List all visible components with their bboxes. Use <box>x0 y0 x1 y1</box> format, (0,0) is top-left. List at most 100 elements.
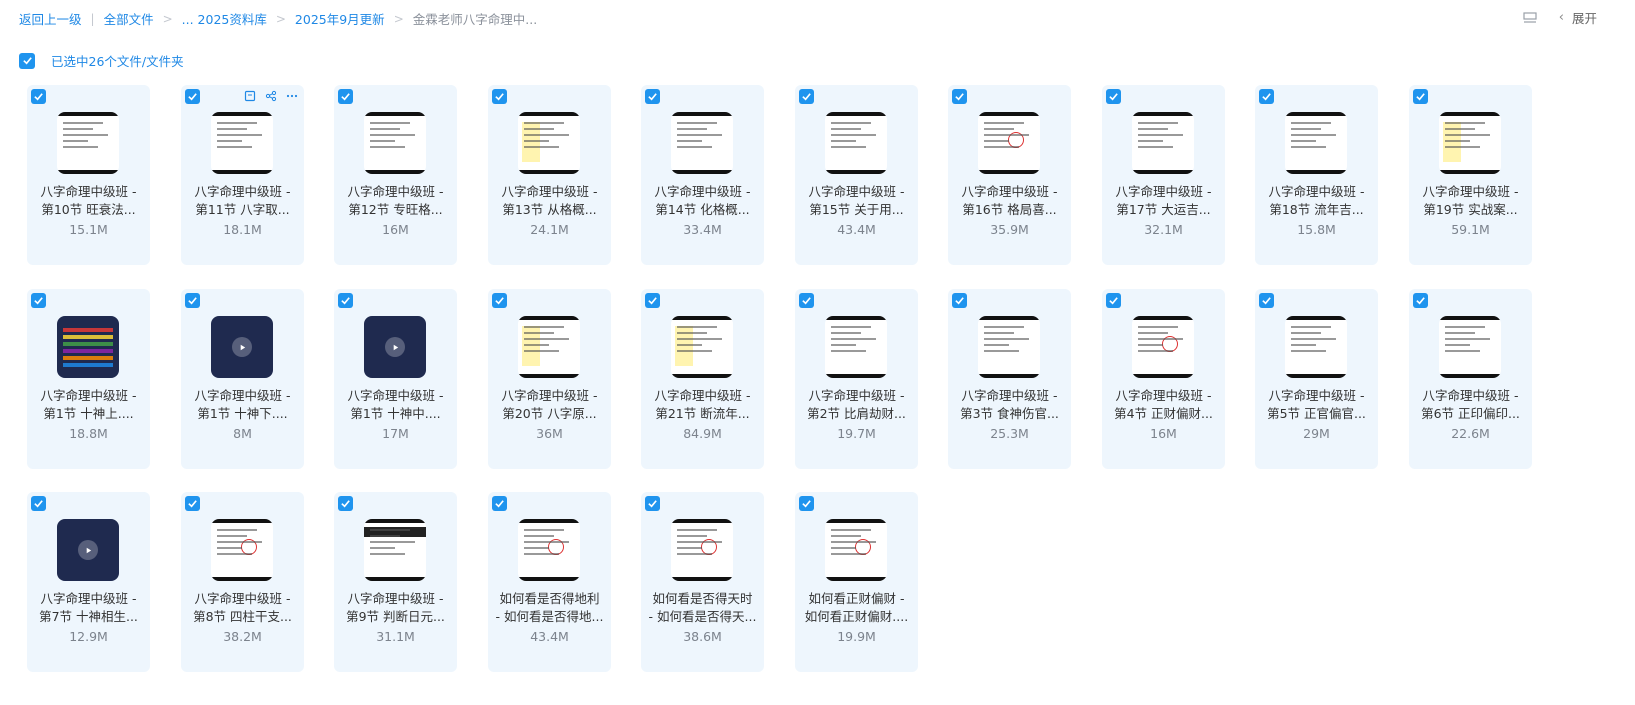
selection-bar: 已选中26个文件/文件夹 <box>19 51 184 70</box>
file-card[interactable]: 八字命理中级班 - 第9节 判断日元... 31.1M <box>334 492 457 672</box>
file-name[interactable]: 八字命理中级班 - 第5节 正官偏官... <box>1259 387 1374 423</box>
file-checkbox[interactable] <box>31 89 46 104</box>
file-card[interactable]: 八字命理中级班 - 第1节 十神中.... 17M <box>334 289 457 469</box>
file-checkbox[interactable] <box>1259 293 1274 308</box>
file-card[interactable]: 八字命理中级班 - 第11节 八字取... 18.1M <box>181 85 304 265</box>
file-name[interactable]: 八字命理中级班 - 第10节 旺衰法... <box>31 183 146 219</box>
file-name[interactable]: 八字命理中级班 - 第16节 格局喜... <box>952 183 1067 219</box>
breadcrumb-september[interactable]: 2025年9月更新 <box>295 9 385 28</box>
file-checkbox[interactable] <box>185 496 200 511</box>
list-view-icon[interactable] <box>1523 11 1537 24</box>
chevron-left-icon[interactable]: ‹ <box>1559 10 1564 25</box>
share-icon[interactable] <box>264 89 277 102</box>
file-card[interactable]: 八字命理中级班 - 第8节 四柱干支... 38.2M <box>181 492 304 672</box>
file-card[interactable]: 八字命理中级班 - 第1节 十神下.... 8M <box>181 289 304 469</box>
file-checkbox[interactable] <box>799 89 814 104</box>
file-size: 17M <box>382 426 409 441</box>
file-checkbox[interactable] <box>1413 293 1428 308</box>
file-checkbox[interactable] <box>185 293 200 308</box>
file-name[interactable]: 八字命理中级班 - 第4节 正财偏财... <box>1106 387 1221 423</box>
file-card[interactable]: 八字命理中级班 - 第18节 流年吉... 15.8M <box>1255 85 1378 265</box>
file-name[interactable]: 如何看正财偏财 - 如何看正财偏财.... <box>799 590 914 626</box>
file-name[interactable]: 八字命理中级班 - 第1节 十神上.... <box>31 387 146 423</box>
file-card[interactable]: 八字命理中级班 - 第6节 正印偏印... 22.6M <box>1409 289 1532 469</box>
file-checkbox[interactable] <box>492 293 507 308</box>
file-name[interactable]: 八字命理中级班 - 第11节 八字取... <box>185 183 300 219</box>
file-name[interactable]: 八字命理中级班 - 第15节 关于用... <box>799 183 914 219</box>
file-card[interactable]: 八字命理中级班 - 第10节 旺衰法... 15.1M <box>27 85 150 265</box>
file-card[interactable]: 八字命理中级班 - 第3节 食神伤官... 25.3M <box>948 289 1071 469</box>
file-checkbox[interactable] <box>645 496 660 511</box>
file-name[interactable]: 八字命理中级班 - 第8节 四柱干支... <box>185 590 300 626</box>
file-checkbox[interactable] <box>1259 89 1274 104</box>
file-name[interactable]: 八字命理中级班 - 第19节 实战案... <box>1413 183 1528 219</box>
select-all-checkbox[interactable] <box>19 52 35 69</box>
file-checkbox[interactable] <box>1413 89 1428 104</box>
file-checkbox[interactable] <box>1106 89 1121 104</box>
back-link[interactable]: 返回上一级 <box>19 9 82 28</box>
file-name[interactable]: 八字命理中级班 - 第13节 从格概... <box>492 183 607 219</box>
file-card[interactable]: 八字命理中级班 - 第14节 化格概... 33.4M <box>641 85 764 265</box>
file-card[interactable]: 八字命理中级班 - 第20节 八字原... 36M <box>488 289 611 469</box>
file-checkbox[interactable] <box>799 496 814 511</box>
file-thumbnail <box>57 316 119 378</box>
file-name[interactable]: 八字命理中级班 - 第14节 化格概... <box>645 183 760 219</box>
file-card[interactable]: 八字命理中级班 - 第5节 正官偏官... 29M <box>1255 289 1378 469</box>
file-name[interactable]: 八字命理中级班 - 第21节 断流年... <box>645 387 760 423</box>
save-icon[interactable] <box>243 89 256 102</box>
file-checkbox[interactable] <box>952 89 967 104</box>
file-checkbox[interactable] <box>645 293 660 308</box>
file-checkbox[interactable] <box>492 89 507 104</box>
file-name[interactable]: 八字命理中级班 - 第2节 比肩劫财... <box>799 387 914 423</box>
file-thumbnail <box>825 112 887 174</box>
file-card[interactable]: 八字命理中级班 - 第4节 正财偏财... 16M <box>1102 289 1225 469</box>
file-card[interactable]: 如何看正财偏财 - 如何看正财偏财.... 19.9M <box>795 492 918 672</box>
file-card[interactable]: 八字命理中级班 - 第19节 实战案... 59.1M <box>1409 85 1532 265</box>
file-checkbox[interactable] <box>31 293 46 308</box>
file-name[interactable]: 八字命理中级班 - 第1节 十神中.... <box>338 387 453 423</box>
file-checkbox[interactable] <box>338 496 353 511</box>
file-size: 15.8M <box>1297 222 1336 237</box>
file-checkbox[interactable] <box>31 496 46 511</box>
file-grid: 八字命理中级班 - 第10节 旺衰法... 15.1M 八字命理中级班 - 第11节… <box>27 85 1607 695</box>
file-name[interactable]: 八字命理中级班 - 第17节 大运吉... <box>1106 183 1221 219</box>
file-size: 35.9M <box>990 222 1029 237</box>
file-name[interactable]: 八字命理中级班 - 第6节 正印偏印... <box>1413 387 1528 423</box>
file-card[interactable]: 八字命理中级班 - 第16节 格局喜... 35.9M <box>948 85 1071 265</box>
file-card[interactable]: 如何看是否得地利 - 如何看是否得地... 43.4M <box>488 492 611 672</box>
file-card[interactable]: 如何看是否得天时 - 如何看是否得天... 38.6M <box>641 492 764 672</box>
file-checkbox[interactable] <box>1106 293 1121 308</box>
file-name[interactable]: 八字命理中级班 - 第9节 判断日元... <box>338 590 453 626</box>
file-card[interactable]: 八字命理中级班 - 第1节 十神上.... 18.8M <box>27 289 150 469</box>
file-name[interactable]: 如何看是否得天时 - 如何看是否得天... <box>645 590 760 626</box>
file-checkbox[interactable] <box>492 496 507 511</box>
file-name[interactable]: 八字命理中级班 - 第20节 八字原... <box>492 387 607 423</box>
file-card[interactable]: 八字命理中级班 - 第13节 从格概... 24.1M <box>488 85 611 265</box>
file-checkbox[interactable] <box>952 293 967 308</box>
file-checkbox[interactable] <box>338 293 353 308</box>
file-checkbox[interactable] <box>645 89 660 104</box>
chevron-right-icon: > <box>393 11 404 26</box>
file-name[interactable]: 八字命理中级班 - 第18节 流年吉... <box>1259 183 1374 219</box>
file-card[interactable]: 八字命理中级班 - 第21节 断流年... 84.9M <box>641 289 764 469</box>
file-size: 15.1M <box>69 222 108 237</box>
file-card[interactable]: 八字命理中级班 - 第2节 比肩劫财... 19.7M <box>795 289 918 469</box>
file-name[interactable]: 八字命理中级班 - 第7节 十神相生... <box>31 590 146 626</box>
breadcrumb-all-files[interactable]: 全部文件 <box>104 9 154 28</box>
file-card[interactable]: 八字命理中级班 - 第15节 关于用... 43.4M <box>795 85 918 265</box>
file-name[interactable]: 八字命理中级班 - 第12节 专旺格... <box>338 183 453 219</box>
file-checkbox[interactable] <box>185 89 200 104</box>
file-card[interactable]: 八字命理中级班 - 第7节 十神相生... 12.9M <box>27 492 150 672</box>
expand-button[interactable]: 展开 <box>1572 8 1597 27</box>
breadcrumb-library[interactable]: ... 2025资料库 <box>182 9 267 28</box>
file-name[interactable]: 如何看是否得地利 - 如何看是否得地... <box>492 590 607 626</box>
file-name[interactable]: 八字命理中级班 - 第1节 十神下.... <box>185 387 300 423</box>
file-card[interactable]: 八字命理中级班 - 第12节 专旺格... 16M <box>334 85 457 265</box>
file-checkbox[interactable] <box>338 89 353 104</box>
file-name[interactable]: 八字命理中级班 - 第3节 食神伤官... <box>952 387 1067 423</box>
more-icon[interactable] <box>285 89 298 102</box>
file-checkbox[interactable] <box>799 293 814 308</box>
file-thumbnail <box>671 316 733 378</box>
file-card[interactable]: 八字命理中级班 - 第17节 大运吉... 32.1M <box>1102 85 1225 265</box>
file-thumbnail <box>1285 316 1347 378</box>
